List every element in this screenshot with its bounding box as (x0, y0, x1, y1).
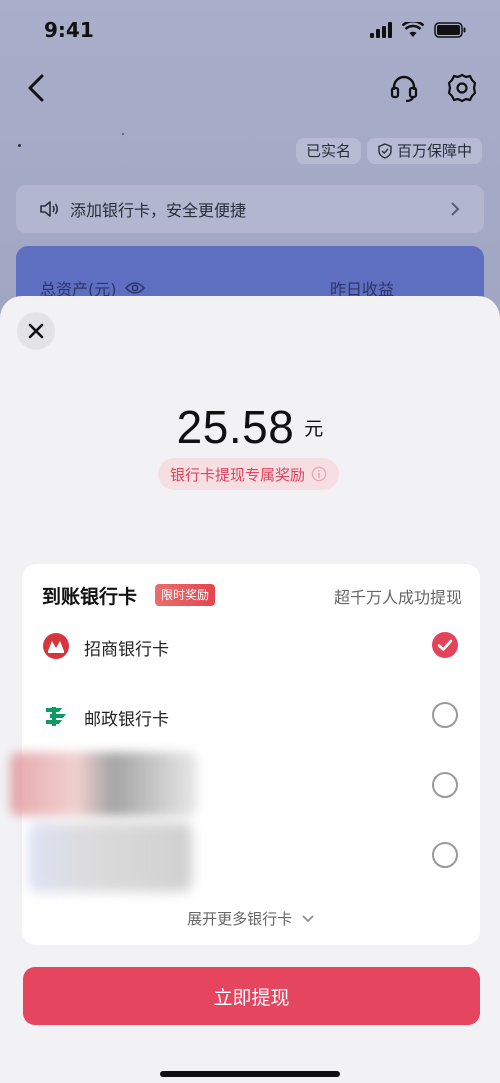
battery-icon (434, 22, 466, 38)
wifi-icon (402, 22, 424, 37)
signal-icon (370, 22, 392, 38)
cmb-logo-icon (43, 633, 69, 659)
gear-icon[interactable] (446, 72, 478, 104)
chevron-right-icon (451, 202, 460, 216)
radio-unchecked[interactable] (432, 842, 458, 868)
withdraw-now-button[interactable]: 立即提现 (23, 967, 480, 1025)
bank-option-cmb[interactable]: 招商银行卡 (22, 622, 480, 672)
bank-option-psbc[interactable]: 邮政银行卡 (22, 692, 480, 742)
status-icons (370, 22, 466, 38)
back-arrow-icon[interactable] (22, 72, 52, 104)
bank-option-redacted[interactable] (22, 832, 480, 882)
withdraw-amount: 25.58 元 (0, 400, 500, 454)
verified-tag-label: 已实名 (306, 142, 352, 160)
bank-card-selector: 到账银行卡 限时奖励 超千万人成功提现 招商银行卡 邮政银行卡 展开更多银行卡 (10, 564, 480, 945)
bank-section-subtitle: 超千万人成功提现 (333, 588, 462, 607)
psbc-logo-icon (46, 707, 66, 726)
close-button[interactable] (17, 312, 55, 350)
guarantee-tag-label: 百万保障中 (397, 142, 473, 160)
limited-reward-badge: 限时奖励 (155, 584, 216, 606)
speaker-icon (40, 201, 59, 217)
amount-value: 25.58 (176, 401, 295, 453)
amount-unit: 元 (304, 418, 324, 440)
reward-text: 银行卡提现专属奖励 (170, 465, 306, 484)
expand-more-label: 展开更多银行卡 (187, 910, 293, 928)
verified-tag: 已实名 (296, 138, 362, 164)
bank-section-title: 到账银行卡 (42, 586, 138, 608)
radio-unchecked[interactable] (432, 702, 458, 728)
notice-text: 添加银行卡，安全更便捷 (70, 201, 247, 220)
decorative-dot (18, 144, 21, 147)
radio-checked[interactable] (432, 632, 458, 658)
shield-check-icon (378, 143, 392, 159)
radio-unchecked[interactable] (432, 772, 458, 798)
checkmark-icon (437, 639, 453, 651)
withdraw-button-label: 立即提现 (213, 986, 290, 1009)
status-bar: 9:41 (0, 0, 500, 62)
close-icon (28, 323, 44, 339)
add-bank-card-notice[interactable]: 添加银行卡，安全更便捷 (16, 185, 484, 233)
guarantee-tag[interactable]: 百万保障中 (367, 138, 483, 164)
bank-name: 邮政银行卡 (84, 710, 169, 730)
headset-icon[interactable] (388, 72, 420, 104)
bank-option-redacted[interactable] (22, 762, 480, 812)
home-indicator (160, 1071, 340, 1077)
info-icon (311, 466, 327, 482)
bank-name: 招商银行卡 (84, 640, 169, 660)
eye-icon[interactable] (124, 281, 145, 295)
status-time: 9:41 (44, 18, 94, 42)
decorative-dot (122, 133, 124, 135)
expand-more-banks[interactable]: 展开更多银行卡 (22, 908, 480, 929)
reward-pill[interactable]: 银行卡提现专属奖励 (158, 458, 340, 490)
withdraw-bottom-sheet: 25.58 元 银行卡提现专属奖励 到账银行卡 限时奖励 超千万人成功提现 招商银… (0, 296, 500, 1083)
chevron-down-icon (302, 915, 314, 923)
